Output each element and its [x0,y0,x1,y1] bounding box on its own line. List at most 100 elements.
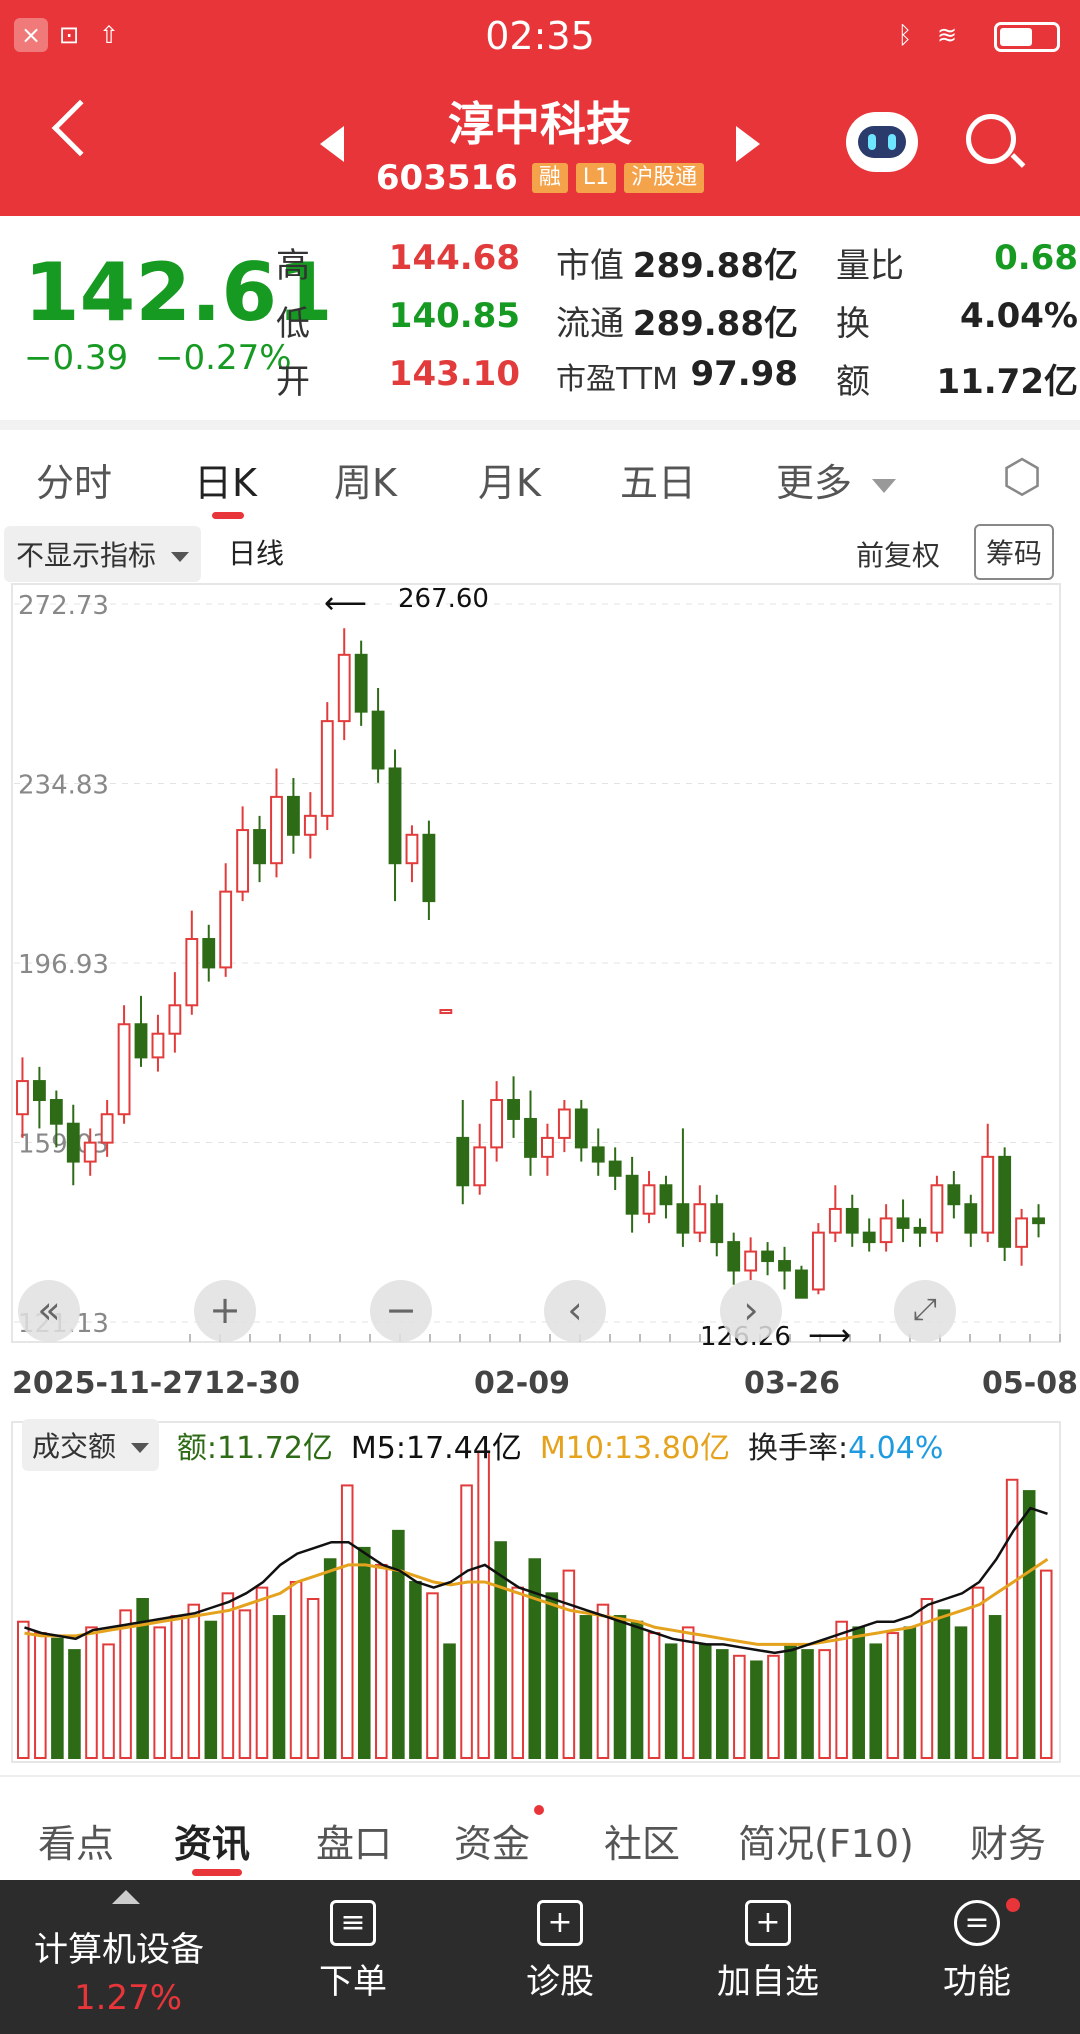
volume-bar [85,1626,98,1759]
candle-body [591,1146,605,1163]
candle-body [66,1122,80,1163]
date-label: 2025-11-27 [12,1366,204,1401]
volume-bar [340,1484,354,1760]
period-label: 日线 [228,537,285,570]
fullscreen-icon[interactable]: ⤢ [894,1280,956,1342]
volume-bar [392,1529,405,1759]
y-axis-label: 234.83 [18,771,109,801]
high-label: 高 [276,246,310,286]
low-label: 低 [276,304,310,344]
tag-margin: 融 [531,163,568,193]
tab-capital[interactable]: 资金 [454,1813,530,1868]
volume-bar [664,1643,678,1759]
candle-body [337,653,351,723]
candle-body [371,710,385,770]
sector-name: 计算机设备 [34,1930,204,1970]
market-cap-label: 市值 [556,246,624,286]
scroll-left-button[interactable]: ‹ [544,1280,606,1342]
volume-bar [630,1620,644,1759]
candle-body [490,1099,504,1149]
candle-body [964,1203,978,1234]
tab-daily-k[interactable]: 日K [194,452,257,507]
zoom-out-button[interactable]: − [370,1280,432,1342]
volume-bar [511,1586,524,1759]
volume-bar [443,1643,456,1759]
bottom-nav: 计算机设备 1.27% ≡ 下单 + 诊股 + 加自选 = 功能 [0,1880,1080,2034]
candle-body [32,1080,46,1102]
candle-body [744,1250,758,1272]
volume-bar [102,1643,115,1759]
volume-bar [289,1580,303,1759]
indicator-dropdown[interactable]: 不显示指标 [4,526,201,582]
volume-bar [221,1592,235,1759]
volume-bar [716,1649,729,1760]
assistant-robot-icon[interactable] [846,112,918,172]
y-axis-label: 196.93 [18,950,109,980]
volume-m10: M10:13.80亿 [539,1431,730,1466]
volume-bar [647,1632,661,1759]
volume-bar [528,1558,542,1759]
volume-bar [1039,1569,1053,1759]
volume-bar [562,1569,576,1759]
volume-chart[interactable] [10,1420,1070,1765]
zoom-in-button[interactable]: + [194,1280,256,1342]
nav-add-watchlist[interactable]: + 加自选 [708,1900,828,2003]
stock-code-line: 603516 融 L1 沪股通 [0,158,1080,198]
volume-bar [187,1603,201,1759]
sector-button[interactable]: 计算机设备 1.27% [0,1880,250,2034]
tab-f10[interactable]: 简况(F10) [738,1813,914,1868]
volume-bar [409,1580,422,1759]
high-value: 144.68 [388,238,520,278]
volume-bar [784,1643,797,1759]
tag-connect: 沪股通 [624,163,705,193]
nav-functions[interactable]: = 功能 [932,1900,1022,2003]
volume-bar [733,1654,746,1760]
candle-body [354,653,368,713]
tab-intraday[interactable]: 分时 [36,452,112,507]
candle-body [981,1155,995,1234]
tab-five-day[interactable]: 五日 [620,452,696,507]
nav-functions-label: 功能 [943,1962,1011,2002]
kline-chart[interactable]: 272.73234.83196.93159.03121.13 [10,582,1070,1347]
volume-bar [170,1615,184,1759]
volume-bar [357,1546,371,1760]
chips-button[interactable]: 筹码 [974,524,1055,580]
volume-bar [545,1592,559,1759]
volume-bar [750,1660,763,1759]
volume-bar [613,1615,627,1759]
volume-bar [17,1620,30,1759]
tab-news[interactable]: 资讯 [174,1813,250,1868]
tab-monthly-k[interactable]: 月K [478,452,541,507]
zoom-out-max-button[interactable]: « [18,1280,80,1342]
volume-bar [34,1632,47,1759]
candle-body [422,833,436,903]
candle-body [83,1141,97,1163]
candle-body [930,1184,944,1234]
candle-body [1015,1217,1029,1248]
scroll-right-button[interactable]: › [720,1280,782,1342]
settings-hexagon-icon[interactable]: ⬡ [998,452,1046,500]
tab-orderbook[interactable]: 盘口 [316,1813,392,1868]
candle-body [710,1203,724,1244]
tab-more[interactable]: 更多 [776,452,897,507]
candle-body [253,829,266,865]
tab-highlights[interactable]: 看点 [38,1813,114,1868]
candle-body [1032,1217,1045,1225]
search-icon[interactable] [966,114,1026,170]
tab-finance[interactable]: 财务 [970,1813,1046,1868]
chevron-up-icon [112,1890,140,1904]
adjust-button[interactable]: 前复权 [856,534,940,574]
candle-body [320,720,334,817]
candle-body [608,1160,622,1177]
candle-body [659,1184,673,1206]
indicator-dropdown-label: 不显示指标 [16,539,157,572]
nav-add-watchlist-label: 加自选 [717,1962,819,2002]
change-amount: −0.39 [24,338,129,378]
volume-indicator-dropdown[interactable]: 成交额 [22,1419,159,1471]
volume-bar [323,1558,337,1759]
nav-order[interactable]: ≡ 下单 [306,1900,400,2003]
nav-diagnose[interactable]: + 诊股 [510,1900,610,2003]
volume-bar [255,1586,269,1759]
tab-community[interactable]: 社区 [604,1813,680,1868]
tab-weekly-k[interactable]: 周K [334,452,397,507]
